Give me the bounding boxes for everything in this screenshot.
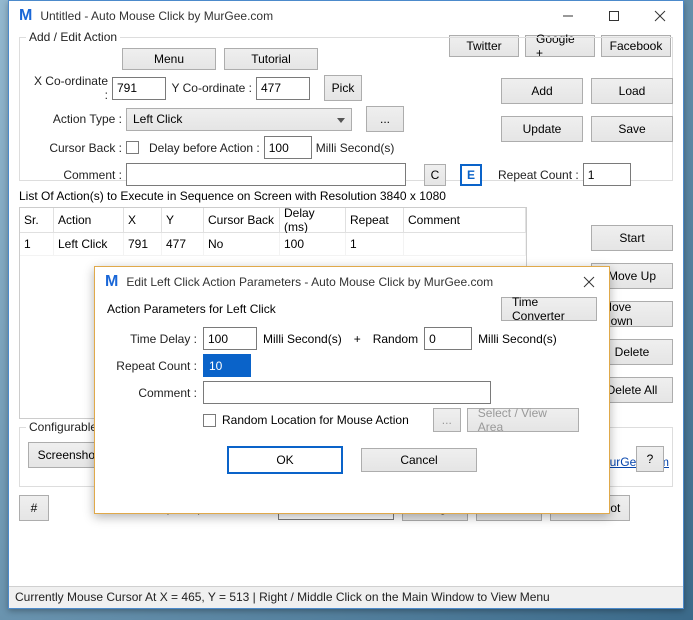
ok-button[interactable]: OK <box>227 446 343 474</box>
titlebar: M Untitled - Auto Mouse Click by MurGee.… <box>9 1 683 31</box>
window-controls <box>545 1 683 31</box>
comment-input[interactable] <box>126 163 406 186</box>
x-coord-input[interactable] <box>112 77 166 100</box>
action-type-select[interactable]: Left Click <box>126 108 352 131</box>
minimize-button[interactable] <box>545 1 591 31</box>
dialog-title: Edit Left Click Action Parameters - Auto… <box>126 275 493 289</box>
browse-button[interactable]: ... <box>433 408 461 432</box>
window-title: Untitled - Auto Mouse Click by MurGee.co… <box>40 9 273 23</box>
dialog-subtitle: Action Parameters for Left Click <box>107 302 276 316</box>
menu-button[interactable]: Menu <box>122 48 216 70</box>
y-coord-label: Y Co-ordinate : <box>170 81 252 95</box>
start-button[interactable]: Start <box>591 225 673 251</box>
list-label: List Of Action(s) to Execute in Sequence… <box>19 189 673 203</box>
col-repeat[interactable]: Repeat <box>346 208 404 232</box>
col-cursor-back[interactable]: Cursor Back <box>204 208 280 232</box>
fieldset-legend: Add / Edit Action <box>26 30 120 44</box>
hash-button[interactable]: # <box>19 495 49 521</box>
time-delay-input[interactable] <box>203 327 257 350</box>
col-sr[interactable]: Sr. <box>20 208 54 232</box>
table-header: Sr. Action X Y Cursor Back Delay (ms) Re… <box>20 208 526 233</box>
table-row[interactable]: 1 Left Click 791 477 No 100 1 <box>20 233 526 256</box>
modal-comment-input[interactable] <box>203 381 491 404</box>
col-x[interactable]: X <box>124 208 162 232</box>
repeat-count-label: Repeat Count : <box>498 168 579 182</box>
tutorial-button[interactable]: Tutorial <box>224 48 318 70</box>
col-action[interactable]: Action <box>54 208 124 232</box>
y-coord-input[interactable] <box>256 77 310 100</box>
cursor-back-checkbox[interactable] <box>126 141 139 154</box>
time-converter-button[interactable]: Time Converter <box>501 297 597 321</box>
random-label: Random <box>373 332 418 346</box>
dialog-logo-icon: M <box>105 273 118 291</box>
time-delay-label: Time Delay : <box>107 332 197 346</box>
load-button[interactable]: Load <box>591 78 673 104</box>
modal-comment-label: Comment : <box>107 386 197 400</box>
maximize-button[interactable] <box>591 1 637 31</box>
cursor-back-label: Cursor Back : <box>28 141 122 155</box>
close-button[interactable] <box>637 1 683 31</box>
delay-before-input[interactable] <box>264 136 312 159</box>
modal-repeat-input[interactable] <box>203 354 251 377</box>
ms-label: Milli Second(s) <box>316 141 395 155</box>
col-comment[interactable]: Comment <box>404 208 526 232</box>
save-button[interactable]: Save <box>591 116 673 142</box>
statusbar: Currently Mouse Cursor At X = 465, Y = 5… <box>9 586 683 608</box>
random-location-checkbox[interactable] <box>203 414 216 427</box>
action-type-more-button[interactable]: ... <box>366 106 404 132</box>
update-button[interactable]: Update <box>501 116 583 142</box>
help-button[interactable]: ? <box>636 446 664 472</box>
app-logo-icon: M <box>19 7 32 25</box>
random-location-label: Random Location for Mouse Action <box>222 413 409 427</box>
plus-label: + <box>354 332 361 346</box>
add-button[interactable]: Add <box>501 78 583 104</box>
e-button[interactable]: E <box>460 164 482 186</box>
comment-label: Comment : <box>28 168 122 182</box>
cancel-button[interactable]: Cancel <box>361 448 477 472</box>
pick-button[interactable]: Pick <box>324 75 362 101</box>
ms-label-2: Milli Second(s) <box>478 332 557 346</box>
ms-label-1: Milli Second(s) <box>263 332 342 346</box>
configurable-legend: Configurable <box>26 420 100 434</box>
modal-repeat-label: Repeat Count : <box>107 359 197 373</box>
col-y[interactable]: Y <box>162 208 204 232</box>
edit-action-dialog: M Edit Left Click Action Parameters - Au… <box>94 266 610 514</box>
c-button[interactable]: C <box>424 164 446 186</box>
delay-before-label: Delay before Action : <box>149 141 260 155</box>
col-delay[interactable]: Delay (ms) <box>280 208 346 232</box>
random-delay-input[interactable] <box>424 327 472 350</box>
x-coord-label: X Co-ordinate : <box>28 74 108 102</box>
dialog-close-button[interactable] <box>569 267 609 297</box>
select-view-area-button[interactable]: Select / View Area <box>467 408 579 432</box>
repeat-count-input[interactable] <box>583 163 631 186</box>
action-type-label: Action Type : <box>28 112 122 126</box>
